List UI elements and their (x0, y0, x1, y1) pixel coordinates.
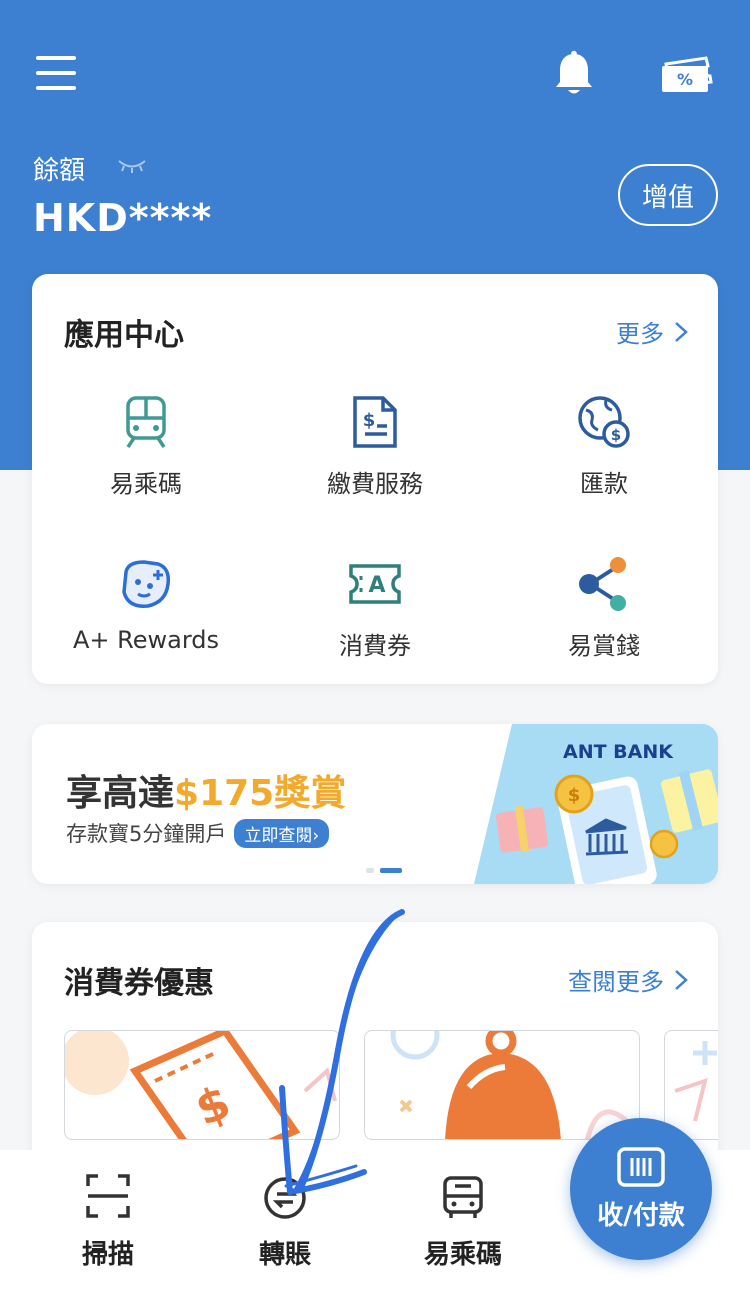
barcode-icon (617, 1146, 665, 1187)
banner-cta[interactable]: 立即查閱› (234, 818, 330, 848)
banner-title-highlight: $175獎賞 (174, 773, 347, 814)
coupon-more-label: 查閱更多 (568, 968, 664, 996)
banner-subtitle: 存款寶5分鐘開戶 立即查閱› (66, 818, 330, 848)
coupon-tile[interactable] (664, 1030, 718, 1140)
banner-title: 享高達$175獎賞 (66, 764, 346, 816)
app-label: A+ Rewards (72, 626, 220, 654)
pagination-dot-active[interactable] (380, 868, 402, 873)
svg-text:$: $ (611, 426, 621, 444)
voucher-icon: A (349, 564, 401, 604)
nav-transit-code[interactable]: 易乘碼 (388, 1172, 538, 1271)
svg-text:A: A (368, 573, 385, 598)
ant-bank-logo: ANT BANK (563, 741, 674, 763)
coupon-more-link[interactable]: 查閱更多 (568, 962, 688, 997)
promo-banner[interactable]: 享高達$175獎賞 存款寶5分鐘開戶 立即查閱› ANT BANK $ (32, 724, 718, 884)
bell-icon[interactable] (552, 50, 596, 98)
bus-icon (443, 1176, 483, 1218)
coupon-offers-title: 消費券優惠 (64, 966, 214, 1001)
svg-text:$: $ (363, 410, 376, 431)
bill-icon: $ (353, 396, 397, 448)
transfer-icon (264, 1177, 306, 1219)
balance-label: 餘額 (33, 156, 86, 186)
nav-label: 轉賬 (258, 1240, 311, 1270)
coupon-tile[interactable]: $ (64, 1030, 340, 1140)
chevron-right-icon (675, 969, 688, 990)
food-cloche-illustration (390, 1031, 635, 1139)
nav-label: 掃描 (81, 1240, 134, 1270)
app-center-more-link[interactable]: 更多 (616, 314, 688, 349)
eye-closed-icon[interactable] (116, 156, 148, 176)
banner-title-prefix: 享高達 (66, 773, 175, 814)
app-item-a-plus-rewards[interactable]: A+ Rewards (32, 556, 260, 654)
topup-button[interactable]: 增值 (618, 164, 718, 226)
nav-transfer[interactable]: 轉賬 (210, 1172, 360, 1271)
app-label: 消費券 (339, 632, 411, 660)
chevron-right-icon (675, 321, 688, 342)
app-label: 繳費服務 (327, 470, 423, 498)
app-label: 匯款 (580, 470, 628, 498)
banner-pagination (366, 868, 402, 873)
nav-scan[interactable]: 掃描 (33, 1172, 183, 1271)
share-points-icon (579, 557, 626, 611)
rewards-face-icon (122, 560, 171, 608)
app-label: 易賞錢 (568, 632, 640, 660)
app-item-remittance[interactable]: $ 匯款 (490, 394, 718, 499)
app-item-consumption-voucher[interactable]: A 消費券 (261, 556, 489, 661)
banner-illustration: ANT BANK $ (474, 724, 718, 884)
scan-icon (86, 1174, 130, 1218)
app-center-title: 應用中心 (64, 318, 184, 353)
globe-dollar-icon: $ (578, 396, 630, 448)
pagination-dot[interactable] (366, 868, 374, 873)
balance-value: HKD**** (33, 196, 213, 240)
ticket-dollar-illustration: $ (65, 1031, 337, 1139)
train-icon (126, 396, 166, 448)
svg-text:%: % (677, 70, 693, 89)
more-label: 更多 (616, 320, 664, 348)
coupon-tile[interactable] (364, 1030, 640, 1140)
banner-subtitle-text: 存款寶5分鐘開戶 (66, 822, 227, 846)
app-item-yuu-points[interactable]: 易賞錢 (490, 556, 718, 661)
pay-receive-label: 收/付款 (597, 1200, 685, 1231)
coupon-percent-icon[interactable]: % (660, 52, 714, 96)
app-center-card: 應用中心 更多 易乘碼 $ 繳費服務 $ 匯款 A+ Rewards A 消費券… (32, 274, 718, 684)
app-label: 易乘碼 (110, 470, 182, 498)
nav-label: 易乘碼 (423, 1240, 502, 1270)
menu-icon[interactable] (36, 56, 76, 90)
pay-receive-button[interactable]: 收/付款 (570, 1118, 712, 1260)
app-item-bill-payment[interactable]: $ 繳費服務 (261, 394, 489, 499)
svg-text:$: $ (568, 785, 581, 806)
coupon-illustration (674, 1041, 717, 1122)
app-item-transit-code[interactable]: 易乘碼 (32, 394, 260, 499)
